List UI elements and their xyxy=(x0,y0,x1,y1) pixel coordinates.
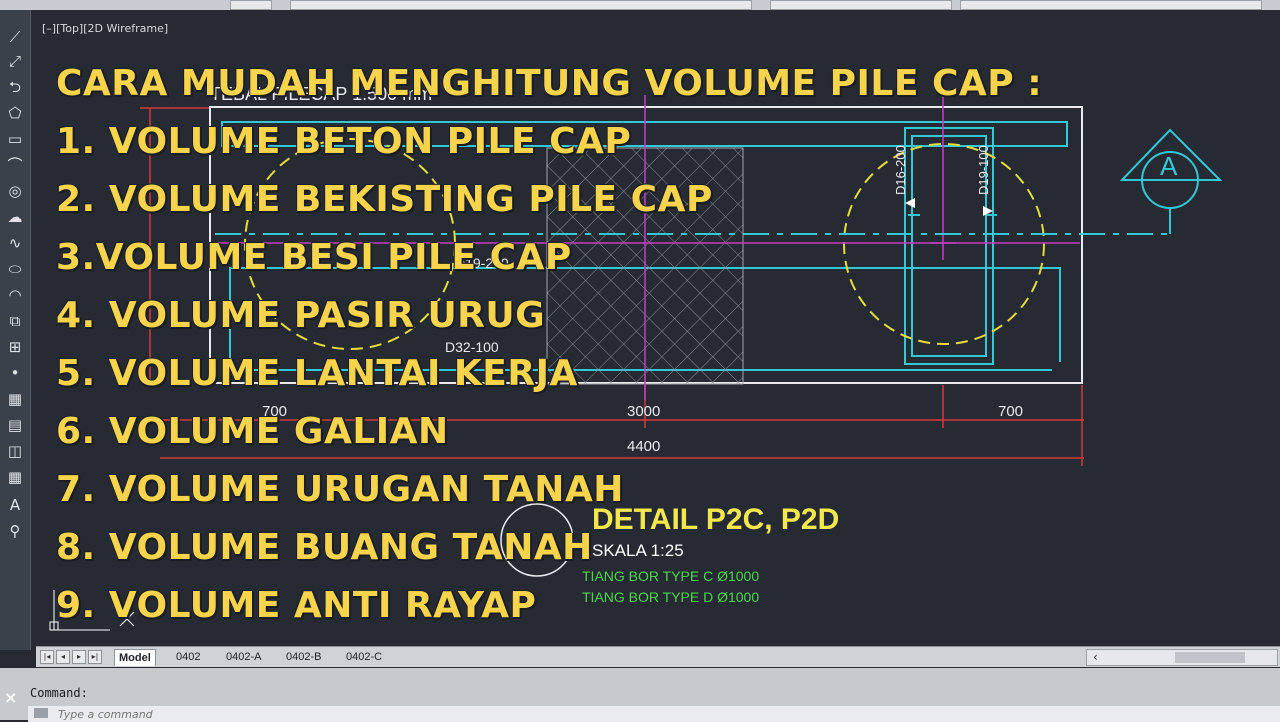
scroll-left-icon[interactable]: ‹ xyxy=(1093,650,1098,665)
prev-tab-icon[interactable]: ◂ xyxy=(56,650,70,664)
tab-0402-c[interactable]: 0402-C xyxy=(342,649,386,665)
overlay-item: 8. VOLUME BUANG TANAH xyxy=(56,527,593,568)
overlay-heading: CARA MUDAH MENGHITUNG VOLUME PILE CAP : xyxy=(56,63,1043,104)
layout-tabs-bar: |◂ ◂ ▸ ▸| Model 0402 0402-A 0402-B 0402-… xyxy=(36,646,1280,667)
tab-0402[interactable]: 0402 xyxy=(172,649,204,665)
command-history: Command: xyxy=(30,686,88,700)
overlay-item: 4. VOLUME PASIR URUG xyxy=(56,295,546,336)
tab-0402-b[interactable]: 0402-B xyxy=(282,649,325,665)
section-marker-letter: A xyxy=(1160,151,1178,181)
command-icon[interactable] xyxy=(34,708,48,718)
overlay-title-list: CARA MUDAH MENGHITUNG VOLUME PILE CAP : … xyxy=(56,55,1042,635)
next-tab-icon[interactable]: ▸ xyxy=(72,650,86,664)
overlay-item: 2. VOLUME BEKISTING PILE CAP xyxy=(56,179,713,220)
first-tab-icon[interactable]: |◂ xyxy=(40,650,54,664)
overlay-item: 3.VOLUME BESI PILE CAP xyxy=(56,237,572,278)
overlay-item: 6. VOLUME GALIAN xyxy=(56,411,449,452)
last-tab-icon[interactable]: ▸| xyxy=(88,650,102,664)
overlay-item: 5. VOLUME LANTAI KERJA xyxy=(56,353,578,394)
overlay-item: 1. VOLUME BETON PILE CAP xyxy=(56,121,632,162)
close-icon[interactable]: × xyxy=(4,688,17,707)
command-line-panel: × Command: xyxy=(0,668,1280,722)
tab-0402-a[interactable]: 0402-A xyxy=(222,649,265,665)
scroll-thumb[interactable] xyxy=(1175,652,1245,663)
horizontal-scrollbar[interactable]: ‹ xyxy=(1086,649,1278,666)
section-marker xyxy=(1119,128,1223,234)
tab-model[interactable]: Model xyxy=(114,649,156,666)
overlay-item: 7. VOLUME URUGAN TANAH xyxy=(56,469,624,510)
overlay-item: 9. VOLUME ANTI RAYAP xyxy=(56,585,537,626)
viewport-label[interactable]: [–][Top][2D Wireframe] xyxy=(42,22,168,35)
